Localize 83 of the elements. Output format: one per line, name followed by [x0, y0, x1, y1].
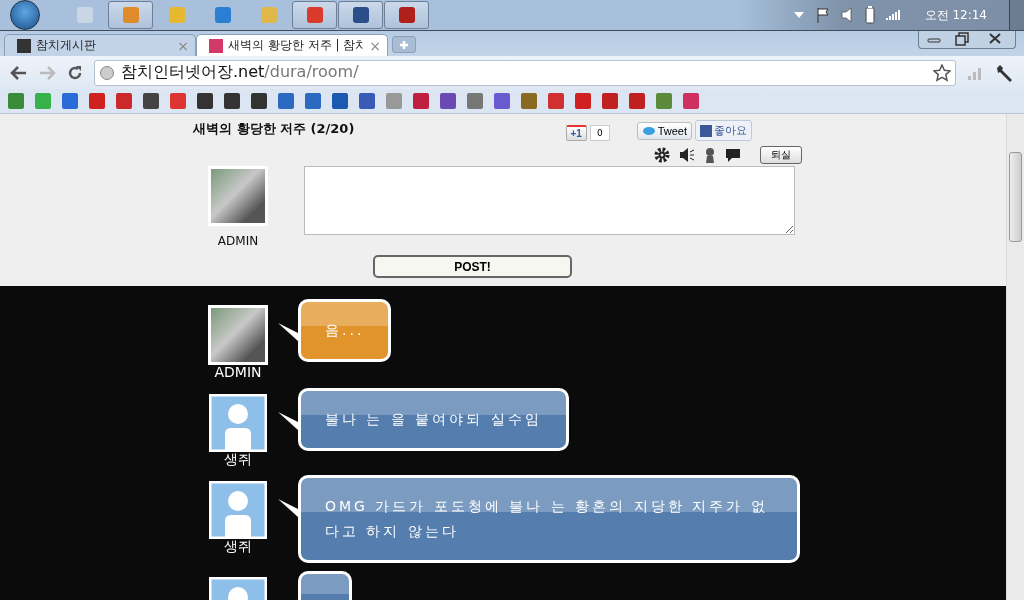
scrollbar[interactable]: [1006, 114, 1024, 600]
back-icon[interactable]: [10, 64, 28, 81]
post-button[interactable]: POST!: [373, 255, 572, 278]
bookmark-icon[interactable]: [332, 93, 348, 109]
app-icon: [352, 7, 369, 23]
address-bar[interactable]: 참치인터넷어장.net/dura/room/: [94, 59, 956, 86]
app-icon: [260, 7, 277, 23]
taskbar-app-button[interactable]: [292, 1, 337, 29]
taskbar-app-button[interactable]: [338, 1, 383, 29]
person-icon[interactable]: [704, 147, 716, 163]
bookmark-icon[interactable]: [197, 93, 213, 109]
app-icon: [122, 7, 139, 23]
user-name: ADMIN: [214, 364, 262, 380]
avatar-photo-placeholder: [208, 305, 268, 365]
taskbar-app-button[interactable]: [108, 1, 153, 29]
bookmark-icon[interactable]: [278, 93, 294, 109]
speaker-icon[interactable]: [679, 147, 695, 163]
forward-icon[interactable]: [38, 64, 56, 81]
leave-button[interactable]: 퇴실: [760, 146, 802, 164]
app-icon: [398, 7, 415, 23]
bookmark-icon[interactable]: [170, 93, 186, 109]
bookmark-icon[interactable]: [440, 93, 456, 109]
signal-icon[interactable]: [884, 9, 901, 21]
bookmark-icon[interactable]: [62, 93, 78, 109]
bookmark-icon[interactable]: [521, 93, 537, 109]
browser-tab[interactable]: 참치게시판 ×: [4, 34, 196, 56]
signal-icon[interactable]: [966, 65, 984, 80]
user-name: 생쥐: [224, 451, 252, 467]
app-icon: [76, 7, 93, 23]
bookmark-icon[interactable]: [656, 93, 672, 109]
like-button[interactable]: 좋아요: [695, 120, 752, 141]
user-name: 생쥐: [224, 538, 252, 554]
avatar-icon: [209, 481, 267, 539]
url-text: 참치인터넷어장.net/dura/room/: [121, 62, 359, 83]
bookmark-icon[interactable]: [548, 93, 564, 109]
message-text: 음...: [325, 322, 365, 338]
speech-bubble-icon[interactable]: [725, 147, 741, 163]
bookmark-icon[interactable]: [386, 93, 402, 109]
app-icon: [214, 7, 231, 23]
plus-icon: [399, 39, 409, 50]
bookmark-icon[interactable]: [224, 93, 240, 109]
tab-title: 새벽의 황당한 저주 | 참치: [228, 37, 365, 54]
battery-icon[interactable]: [864, 6, 875, 24]
tweet-button[interactable]: Tweet: [636, 121, 692, 140]
browser-tab[interactable]: 새벽의 황당한 저주 | 참치×: [196, 34, 388, 56]
tab-title: 참치게시판: [36, 37, 97, 54]
room-title: 새벽의 황당한 저주 (2/20): [193, 120, 355, 138]
bookmark-icon[interactable]: [413, 93, 429, 109]
bookmark-icon[interactable]: [494, 93, 510, 109]
message-text: OMG 가드가 포도청에 불나 는 황혼의 지당한 지주가 없다고 하지 않는다: [325, 498, 768, 539]
favicon-icon: [209, 38, 223, 53]
bookmark-icon[interactable]: [251, 93, 267, 109]
bookmark-icon[interactable]: [35, 93, 51, 109]
reload-icon[interactable]: [66, 63, 84, 82]
caret-icon[interactable]: [792, 11, 805, 19]
start-button[interactable]: [10, 0, 40, 30]
app-icon: [306, 7, 323, 23]
message-text: 불나 는 을 붙여야되 실수임: [325, 411, 542, 427]
taskbar-app-button[interactable]: [384, 1, 429, 29]
bookmark-icon[interactable]: [89, 93, 105, 109]
bookmark-icon[interactable]: [467, 93, 483, 109]
bookmark-icon[interactable]: [143, 93, 159, 109]
favicon-icon: [17, 38, 31, 53]
star-icon[interactable]: [933, 63, 951, 82]
bookmark-icon[interactable]: [575, 93, 591, 109]
bookmark-icon[interactable]: [359, 93, 375, 109]
message-input[interactable]: [304, 166, 795, 235]
bookmark-icon[interactable]: [629, 93, 645, 109]
new-tab-button[interactable]: [392, 36, 416, 53]
bookmark-icon[interactable]: [683, 93, 699, 109]
avatar-photo-placeholder: [208, 166, 268, 226]
bookmark-icon[interactable]: [305, 93, 321, 109]
avatar-icon: [209, 394, 267, 452]
plus-one-button[interactable]: +1: [565, 124, 587, 141]
bookmark-icon[interactable]: [116, 93, 132, 109]
close-icon[interactable]: ×: [369, 37, 381, 54]
user-name: ADMIN: [217, 234, 259, 248]
bookmark-icon[interactable]: [602, 93, 618, 109]
flag-icon[interactable]: [814, 7, 831, 23]
settings-icon[interactable]: [654, 147, 670, 163]
bookmark-icon[interactable]: [8, 93, 24, 109]
share-count: 0: [589, 124, 610, 141]
app-icon: [168, 7, 185, 23]
